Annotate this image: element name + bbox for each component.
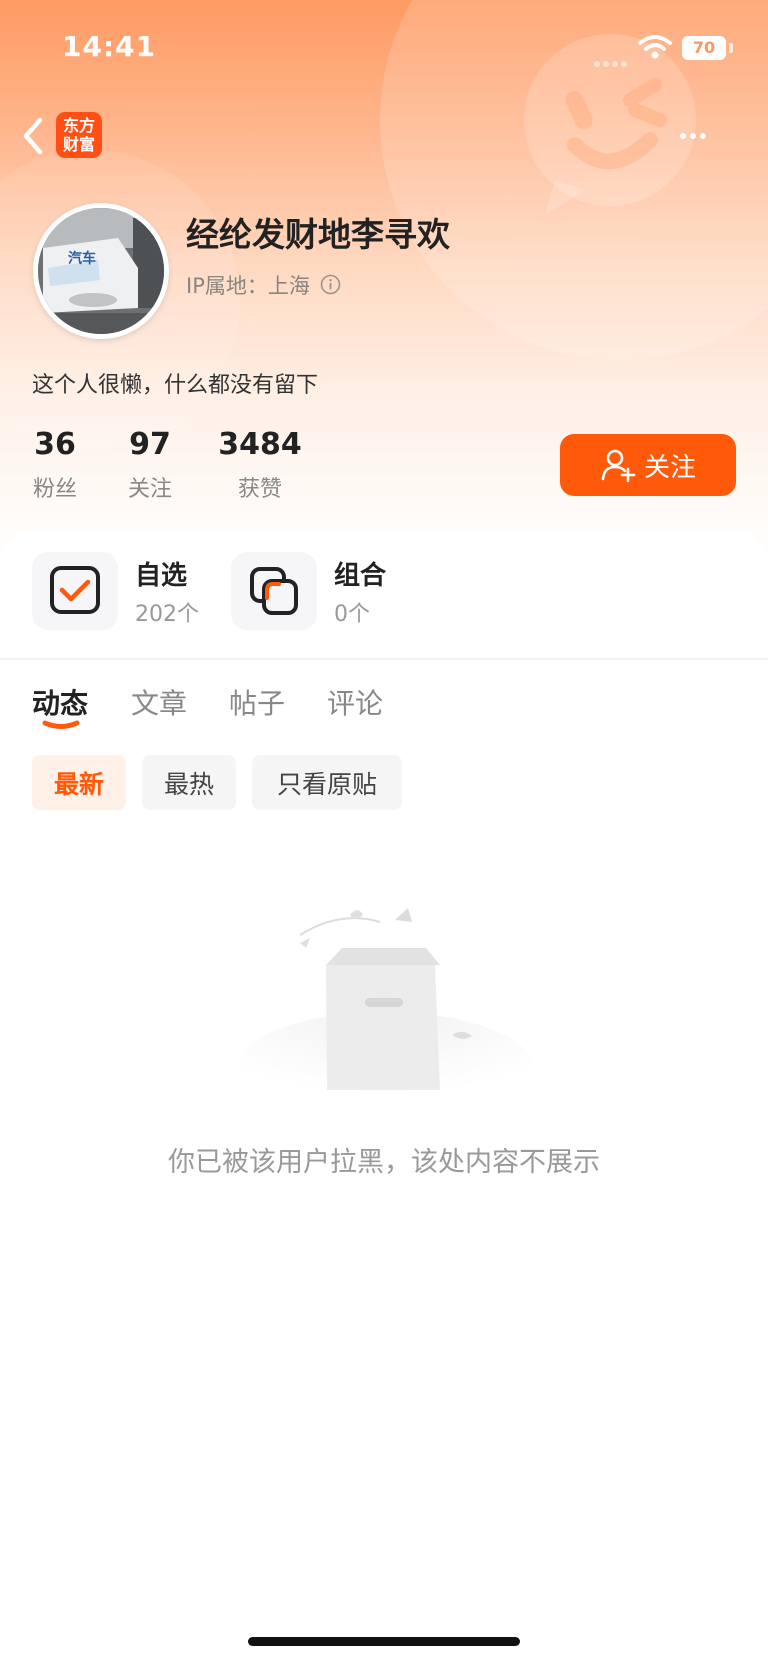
filter-hottest[interactable]: 最热: [142, 755, 236, 810]
wifi-icon: [638, 35, 672, 59]
tab-comments[interactable]: 评论: [327, 682, 383, 722]
empty-box-illustration: [235, 908, 535, 1100]
stat-likes[interactable]: 3484 获赞: [218, 427, 302, 503]
active-tab-indicator: [42, 720, 80, 729]
tab-posts[interactable]: 帖子: [229, 682, 285, 722]
follow-button[interactable]: 关注: [560, 434, 736, 496]
follow-button-label: 关注: [643, 452, 696, 483]
shortcut-title: 自选: [135, 561, 188, 591]
empty-state-message: 你已被该用户拉黑，该处内容不展示: [168, 1147, 600, 1178]
more-dot: [700, 133, 706, 139]
tab-dynamics[interactable]: 动态: [32, 682, 88, 722]
chevron-left-icon: [23, 117, 43, 155]
status-time: 14:41: [62, 30, 157, 63]
app-logo-line2: 财富: [62, 135, 95, 154]
shortcut-icon-box: [231, 552, 317, 630]
home-indicator[interactable]: [248, 1637, 520, 1646]
status-bar: 14:41 70: [0, 0, 768, 96]
back-button[interactable]: [14, 112, 52, 160]
stat-value: 97: [129, 427, 171, 462]
add-user-icon: [601, 449, 636, 483]
more-horizontal-icon: [680, 133, 686, 139]
portfolio-icon: [250, 567, 298, 615]
section-divider: [0, 658, 768, 660]
app-logo-line1: 东方: [62, 116, 95, 135]
avatar[interactable]: 汽车: [33, 203, 169, 339]
stat-value: 3484: [218, 427, 302, 462]
avatar-image: 汽车: [38, 208, 164, 334]
cellular-signal-icon: [594, 52, 630, 67]
shortcut-icon-box: [32, 552, 118, 630]
stat-label: 粉丝: [32, 477, 77, 502]
checkbox-icon: [50, 566, 100, 614]
ip-location: IP属地：上海: [186, 274, 310, 298]
stat-label: 获赞: [237, 477, 282, 502]
shortcut-count: 0个: [334, 602, 370, 627]
app-logo[interactable]: 东方 财富: [56, 112, 102, 158]
info-icon[interactable]: [320, 274, 341, 295]
username: 经纶发财地李寻欢: [186, 215, 450, 254]
tab-articles[interactable]: 文章: [131, 682, 187, 722]
more-dot: [690, 133, 696, 139]
battery-icon: 70: [682, 36, 726, 60]
shortcut-title: 组合: [334, 561, 387, 591]
stat-fans[interactable]: 36 粉丝: [30, 427, 80, 503]
filter-latest[interactable]: 最新: [32, 755, 126, 810]
stat-label: 关注: [127, 477, 172, 502]
bio-text: 这个人很懒，什么都没有留下: [32, 373, 319, 398]
battery-tip: [729, 43, 733, 53]
shortcut-count: 202个: [135, 602, 199, 627]
more-options-button[interactable]: [680, 118, 730, 154]
stat-value: 36: [34, 427, 76, 462]
filter-original-only[interactable]: 只看原贴: [252, 755, 402, 810]
avatar-text: 汽车: [68, 250, 96, 267]
stat-following[interactable]: 97 关注: [125, 427, 175, 503]
